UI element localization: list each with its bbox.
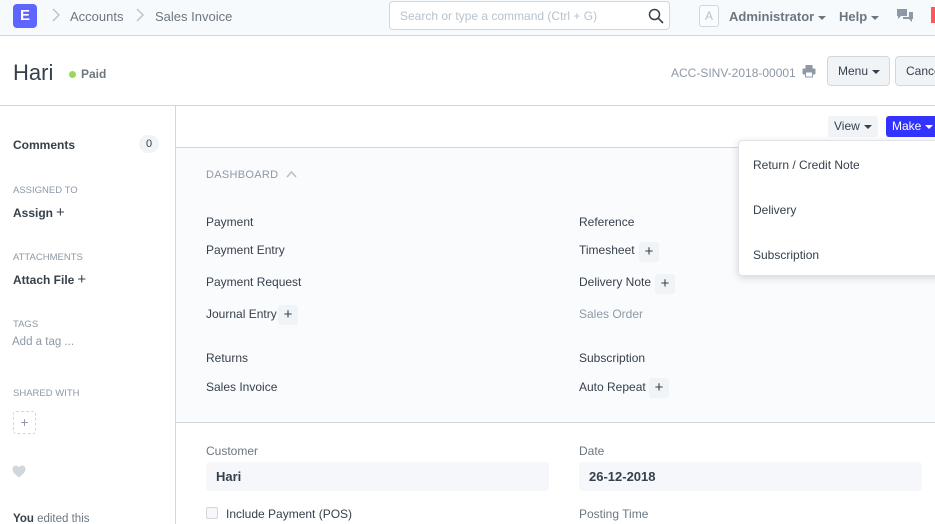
- menu-button[interactable]: Menu: [827, 56, 890, 86]
- add-timesheet-button[interactable]: +: [639, 242, 659, 262]
- chevron-up-icon[interactable]: [286, 170, 297, 178]
- link-timesheet[interactable]: Timesheet: [579, 243, 635, 257]
- help-menu[interactable]: Help: [839, 9, 880, 24]
- customer-label: Customer: [206, 444, 259, 458]
- link-delivery-note[interactable]: Delivery Note: [579, 275, 651, 289]
- date-field[interactable]: 26-12-2018: [579, 462, 922, 491]
- attach-file-label: Attach File: [13, 273, 75, 287]
- notification-edge[interactable]: [931, 7, 935, 23]
- chevron-right-icon: [136, 8, 144, 22]
- menu-item-subscription[interactable]: Subscription: [753, 248, 819, 262]
- include-payment-checkbox[interactable]: [206, 507, 218, 519]
- status-indicator-dot: [69, 71, 76, 78]
- page-head: Hari Paid ACC-SINV-2018-00001 Menu Cance…: [0, 36, 935, 106]
- dashboard-group-reference: Reference: [579, 215, 635, 229]
- heart-icon[interactable]: [12, 465, 26, 478]
- link-sales-order[interactable]: Sales Order: [579, 307, 643, 321]
- date-label: Date: [579, 444, 605, 458]
- breadcrumb-sales-invoice[interactable]: Sales Invoice: [155, 9, 232, 24]
- menu-item-delivery[interactable]: Delivery: [753, 203, 796, 217]
- link-auto-repeat[interactable]: Auto Repeat: [579, 380, 646, 394]
- search-input[interactable]: [389, 1, 670, 30]
- document-name: ACC-SINV-2018-00001: [671, 66, 796, 80]
- user-menu[interactable]: Administrator: [729, 9, 827, 24]
- add-delivery-note-button[interactable]: +: [655, 274, 675, 294]
- view-button-label: View: [834, 119, 860, 133]
- dashboard-heading[interactable]: DASHBOARD: [206, 169, 278, 181]
- tags-label: TAGS: [13, 319, 39, 330]
- plus-icon: +: [77, 271, 87, 288]
- comments-link[interactable]: Comments: [13, 138, 75, 152]
- make-dropdown-menu: Return / Credit Note Delivery Subscripti…: [738, 140, 935, 276]
- include-payment-label[interactable]: Include Payment (POS): [226, 507, 352, 521]
- add-tag-link[interactable]: Add a tag ...: [12, 336, 74, 348]
- caret-down-icon: [818, 15, 827, 20]
- status-badge: Paid: [81, 67, 107, 81]
- app-logo[interactable]: E: [13, 4, 37, 28]
- menu-item-return-credit-note[interactable]: Return / Credit Note: [753, 158, 860, 172]
- print-icon[interactable]: [802, 64, 816, 78]
- edit-user[interactable]: You: [13, 513, 34, 524]
- dashboard-group-subscription: Subscription: [579, 351, 646, 365]
- page-title: Hari: [13, 60, 54, 85]
- make-button-label: Make: [892, 119, 922, 133]
- link-journal-entry[interactable]: Journal Entry: [206, 307, 277, 321]
- assign-label: Assign: [13, 206, 54, 220]
- edit-text: edited this: [37, 513, 90, 524]
- plus-icon: +: [20, 414, 29, 430]
- caret-down-icon: [871, 15, 880, 20]
- breadcrumb-accounts[interactable]: Accounts: [70, 9, 123, 24]
- link-payment-entry[interactable]: Payment Entry: [206, 243, 285, 257]
- cancel-button[interactable]: Cancel: [895, 56, 935, 86]
- caret-down-icon: [872, 69, 881, 74]
- posting-time-label: Posting Time: [579, 507, 649, 521]
- chat-icon[interactable]: [896, 8, 914, 24]
- attach-file-button[interactable]: Attach File +: [13, 271, 86, 288]
- dashboard-group-returns: Returns: [206, 351, 249, 365]
- form-sidebar: Comments 0 ASSIGNED TO Assign + ATTACHMEN…: [0, 106, 175, 524]
- menu-button-label: Menu: [838, 64, 869, 78]
- make-button[interactable]: Make: [886, 116, 935, 137]
- help-label: Help: [839, 9, 868, 24]
- search-icon[interactable]: [648, 8, 664, 24]
- assigned-to-label: ASSIGNED TO: [13, 185, 78, 196]
- add-auto-repeat-button[interactable]: +: [649, 378, 669, 398]
- link-sales-invoice[interactable]: Sales Invoice: [206, 380, 277, 394]
- comments-count-badge: 0: [139, 135, 159, 153]
- customer-field[interactable]: Hari: [206, 462, 549, 491]
- plus-icon: +: [56, 204, 65, 221]
- form-section: Customer Hari Date 26-12-2018 Include Pa…: [176, 424, 935, 524]
- attachments-label: ATTACHMENTS: [13, 252, 83, 263]
- add-share-button[interactable]: +: [13, 411, 36, 434]
- shared-with-label: SHARED WITH: [13, 388, 80, 399]
- caret-down-icon: [863, 124, 872, 129]
- assign-button[interactable]: Assign +: [13, 204, 65, 221]
- add-journal-entry-button[interactable]: +: [278, 305, 298, 325]
- view-button[interactable]: View: [828, 116, 878, 137]
- avatar[interactable]: A: [699, 5, 719, 27]
- dashboard-group-payment: Payment: [206, 215, 254, 229]
- link-payment-request[interactable]: Payment Request: [206, 275, 301, 289]
- user-name: Administrator: [729, 9, 815, 24]
- chevron-right-icon: [52, 8, 60, 22]
- caret-down-icon: [925, 124, 934, 129]
- navbar: E Accounts Sales Invoice A Administrator…: [0, 0, 935, 36]
- edit-timeline-entry: You edited this: [13, 513, 90, 524]
